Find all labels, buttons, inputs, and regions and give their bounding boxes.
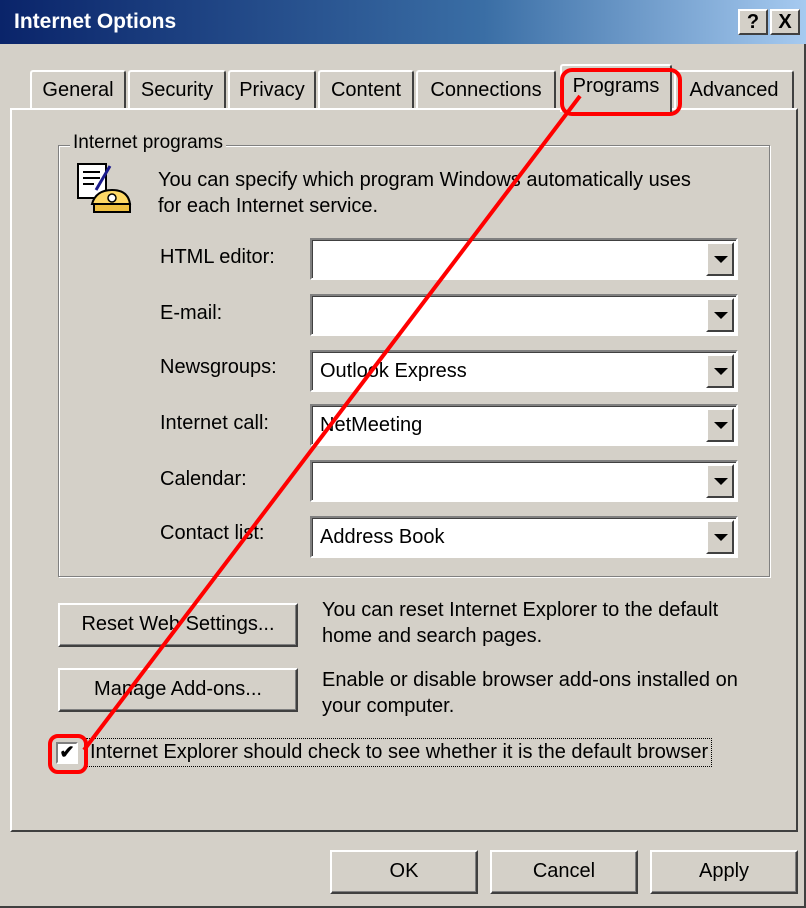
addons-description-line1: Enable or disable browser add-ons instal…: [322, 669, 738, 691]
newsgroups-label: Newsgroups:: [160, 356, 277, 378]
calendar-select[interactable]: [310, 460, 738, 502]
tab-connections[interactable]: Connections: [416, 70, 556, 110]
contact-list-dropdown-arrow-icon[interactable]: [706, 520, 734, 554]
title-bar: Internet Options ? X: [0, 0, 806, 44]
tab-privacy[interactable]: Privacy: [228, 70, 316, 110]
calendar-dropdown-arrow-icon[interactable]: [706, 464, 734, 498]
newsgroups-value: Outlook Express: [320, 360, 467, 382]
contact-list-label: Contact list:: [160, 522, 265, 544]
html-editor-dropdown-arrow-icon[interactable]: [706, 242, 734, 276]
group-label: Internet programs: [70, 132, 226, 154]
tab-programs[interactable]: Programs: [560, 64, 672, 112]
addons-description-line2: your computer.: [322, 695, 455, 717]
manage-addons-button[interactable]: Manage Add-ons...: [58, 668, 298, 712]
apply-button[interactable]: Apply: [650, 850, 798, 894]
internet-call-dropdown-arrow-icon[interactable]: [706, 408, 734, 442]
tab-security[interactable]: Security: [128, 70, 226, 110]
window-title: Internet Options: [14, 10, 177, 33]
html-editor-select[interactable]: [310, 238, 738, 280]
internet-call-select[interactable]: NetMeeting: [310, 404, 738, 446]
newsgroups-select[interactable]: Outlook Express: [310, 350, 738, 392]
email-dropdown-arrow-icon[interactable]: [706, 298, 734, 332]
programs-description-line2: for each Internet service.: [158, 195, 379, 217]
contact-list-value: Address Book: [320, 526, 445, 548]
cancel-button[interactable]: Cancel: [490, 850, 638, 894]
html-editor-label: HTML editor:: [160, 246, 275, 268]
ok-button[interactable]: OK: [330, 850, 478, 894]
reset-web-settings-button[interactable]: Reset Web Settings...: [58, 603, 298, 647]
tab-content[interactable]: Content: [318, 70, 414, 110]
email-label: E-mail:: [160, 302, 223, 324]
close-button[interactable]: X: [770, 9, 800, 35]
calendar-label: Calendar:: [160, 468, 247, 490]
reset-description-line2: home and search pages.: [322, 625, 543, 647]
help-button[interactable]: ?: [738, 9, 768, 35]
contact-list-select[interactable]: Address Book: [310, 516, 738, 558]
internet-options-dialog: Internet Options ? X General Security Pr…: [0, 0, 806, 908]
tab-advanced[interactable]: Advanced: [674, 70, 794, 110]
default-browser-checkbox[interactable]: ✔: [56, 742, 78, 764]
default-browser-checkbox-label[interactable]: Internet Explorer should check to see wh…: [86, 738, 713, 767]
newsgroups-dropdown-arrow-icon[interactable]: [706, 354, 734, 388]
email-select[interactable]: [310, 294, 738, 336]
programs-phone-icon: [74, 160, 134, 216]
reset-description-line1: You can reset Internet Explorer to the d…: [322, 599, 719, 621]
programs-description-line1: You can specify which program Windows au…: [158, 169, 691, 191]
internet-call-value: NetMeeting: [320, 414, 423, 436]
tab-general[interactable]: General: [30, 70, 126, 110]
internet-call-label: Internet call:: [160, 412, 269, 434]
